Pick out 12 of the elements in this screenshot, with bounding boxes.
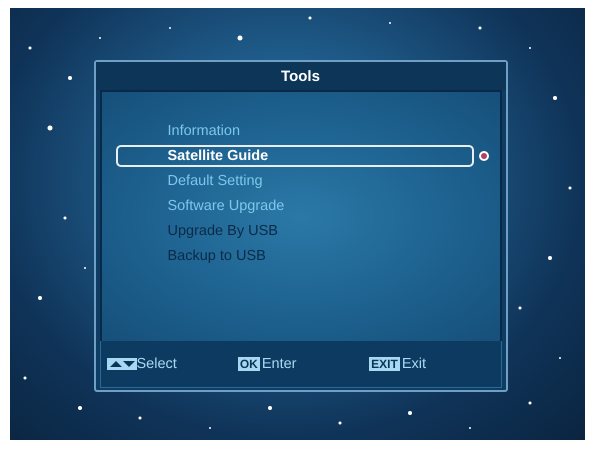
up-down-arrows-icon — [106, 358, 136, 370]
hint-label: Exit — [402, 356, 426, 372]
hint-label: Select — [136, 356, 177, 372]
remote-key-label: EXIT — [369, 357, 400, 371]
menu-item[interactable]: Information — [116, 120, 474, 142]
menu-item[interactable]: Software Upgrade — [116, 195, 474, 217]
menu-item[interactable]: Default Setting — [116, 170, 474, 192]
dialog-title: Tools — [96, 62, 506, 90]
hint-label: Enter — [262, 356, 296, 372]
selection-dot-icon — [478, 150, 490, 162]
menu-item[interactable]: Satellite Guide — [116, 145, 474, 167]
remote-key-label: OK — [238, 357, 260, 371]
